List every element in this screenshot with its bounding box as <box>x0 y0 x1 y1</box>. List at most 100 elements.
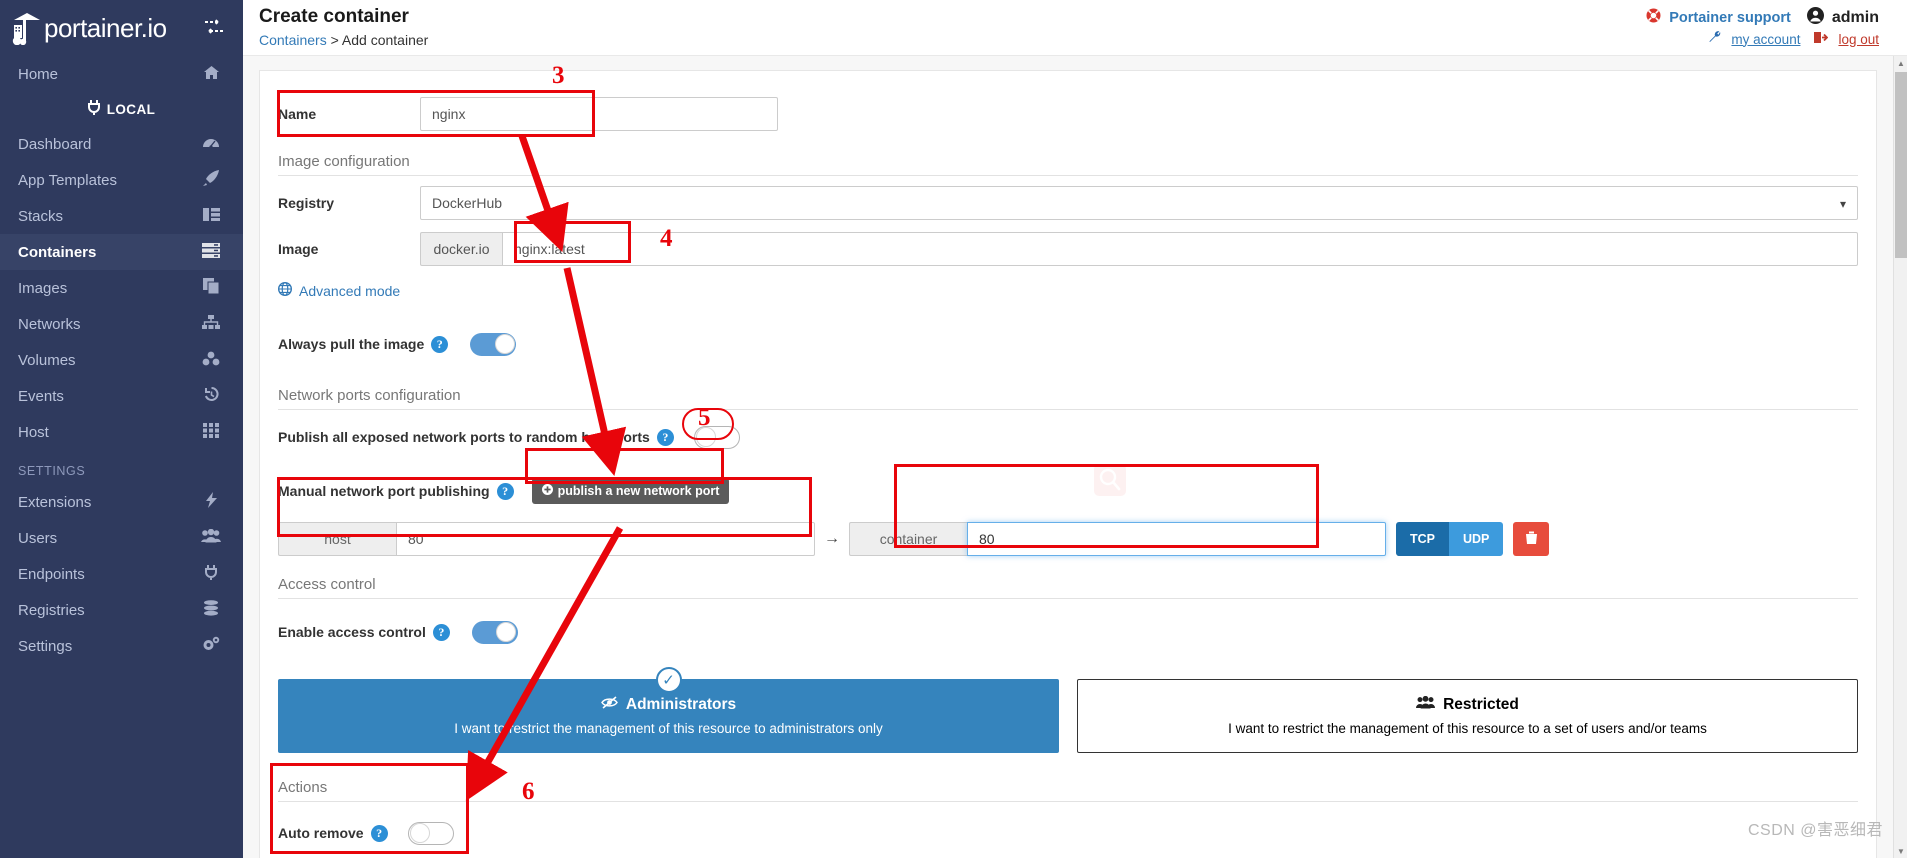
logout-link[interactable]: log out <box>1838 32 1879 47</box>
sidebar-item-stacks[interactable]: Stacks <box>0 198 243 234</box>
signout-icon <box>1814 31 1829 47</box>
sidebar-item-events[interactable]: Events <box>0 378 243 414</box>
host-port-addon: host <box>278 522 396 556</box>
access-card-title: Restricted <box>1088 695 1847 714</box>
sidebar-item-volumes[interactable]: Volumes <box>0 342 243 378</box>
eye-slash-icon <box>600 696 618 714</box>
breadcrumb-current: Add container <box>341 31 429 48</box>
my-account-link[interactable]: my account <box>1731 32 1800 47</box>
sidebar-item-label: Stacks <box>18 207 64 225</box>
protocol-udp-button[interactable]: UDP <box>1449 522 1504 556</box>
image-registry-prefix: docker.io <box>420 232 502 266</box>
containers-icon <box>201 242 221 262</box>
publish-all-toggle[interactable] <box>693 425 740 449</box>
protocol-toggle-group: TCP UDP <box>1396 522 1504 556</box>
auto-remove-toggle[interactable] <box>407 821 454 845</box>
sidebar-item-extensions[interactable]: Extensions <box>0 484 243 520</box>
auto-remove-label: Auto remove <box>278 825 364 841</box>
sidebar-item-endpoints[interactable]: Endpoints <box>0 556 243 592</box>
host-icon <box>201 422 221 442</box>
toggle-knob <box>409 823 430 843</box>
name-row: Name <box>278 93 1858 135</box>
home-icon <box>201 65 221 84</box>
page-header: Create container Containers > Add contai… <box>243 0 1907 56</box>
access-card-title-text: Administrators <box>625 696 737 713</box>
database-icon <box>201 600 221 620</box>
sidebar-item-label: App Templates <box>18 171 117 189</box>
sidebar-item-networks[interactable]: Networks <box>0 306 243 342</box>
toggle-knob <box>494 334 515 354</box>
advanced-mode-link[interactable]: Advanced mode <box>277 281 401 299</box>
sidebar-item-settings[interactable]: Settings <box>0 628 243 664</box>
header-right: Portainer support admin my account log o… <box>1646 7 1879 47</box>
sidebar-section-local: LOCAL <box>0 92 243 126</box>
sidebar-item-home[interactable]: Home <box>0 56 243 92</box>
sidebar-item-users[interactable]: Users <box>0 520 243 556</box>
section-access-control: Access control <box>278 556 1858 599</box>
scrollbar-thumb[interactable] <box>1895 72 1907 258</box>
sidebar-item-label: Registries <box>18 601 85 619</box>
dashboard-icon <box>201 135 221 153</box>
caret-down-icon[interactable]: ▼ <box>1894 844 1907 858</box>
question-icon[interactable]: ? <box>496 482 514 500</box>
container-name-input[interactable] <box>420 97 778 131</box>
bolt-icon <box>201 492 221 512</box>
host-port-group: host <box>278 522 815 556</box>
always-pull-toggle[interactable] <box>470 332 517 356</box>
sidebar-item-label: Volumes <box>18 351 76 369</box>
access-control-cards: ✓ Administrators I want to restrict the … <box>278 667 1858 753</box>
events-icon <box>201 386 221 406</box>
networks-icon <box>201 314 221 334</box>
sidebar-item-label: Host <box>18 423 49 441</box>
registry-select[interactable]: DockerHub <box>420 186 1858 220</box>
image-name-input[interactable] <box>502 232 1858 266</box>
sidebar-item-dashboard[interactable]: Dashboard <box>0 126 243 162</box>
publish-new-network-port-button[interactable]: publish a new network port <box>531 478 730 504</box>
brand[interactable]: portainer.io <box>0 0 243 56</box>
plug-icon <box>201 564 221 584</box>
gears-icon <box>201 636 221 656</box>
sidebar: portainer.io Home LOCAL Dashboard App Te… <box>0 0 243 858</box>
sidebar-item-app-templates[interactable]: App Templates <box>0 162 243 198</box>
vertical-scrollbar[interactable]: ▲ ▼ <box>1893 56 1907 858</box>
sidebar-item-images[interactable]: Images <box>0 270 243 306</box>
admin-username: admin <box>1831 8 1879 26</box>
check-circle-icon: ✓ <box>655 667 682 693</box>
container-port-input[interactable] <box>967 522 1386 556</box>
publish-all-row: Publish all exposed network ports to ran… <box>278 416 1858 458</box>
name-label: Name <box>278 106 317 122</box>
sidebar-item-label: Users <box>18 529 58 547</box>
breadcrumb-containers-link[interactable]: Containers <box>259 32 327 48</box>
question-icon[interactable]: ? <box>370 824 388 842</box>
sidebar-item-label: Settings <box>18 637 73 655</box>
sidebar-item-label: Images <box>18 279 68 297</box>
port-arrow-icon: → <box>824 530 840 547</box>
question-icon[interactable]: ? <box>431 335 449 353</box>
delete-port-mapping-button[interactable] <box>1513 522 1550 556</box>
sidebar-item-host[interactable]: Host <box>0 414 243 450</box>
create-container-form-panel: Name Image configuration Registry Docker… <box>259 70 1877 858</box>
sidebar-toggle-icon[interactable] <box>203 18 225 41</box>
rocket-icon <box>201 170 221 190</box>
content-area: Name Image configuration Registry Docker… <box>243 56 1893 858</box>
question-icon[interactable]: ? <box>656 428 674 446</box>
users-icon <box>201 528 221 547</box>
sidebar-item-containers[interactable]: Containers <box>0 234 243 270</box>
port-mapping-row: host → container TCP UDP <box>278 522 1858 556</box>
globe-icon <box>277 281 293 299</box>
access-card-administrators[interactable]: ✓ Administrators I want to restrict the … <box>278 667 1059 753</box>
plug-icon <box>87 100 100 118</box>
access-card-restricted[interactable]: Restricted I want to restrict the manage… <box>1077 679 1858 753</box>
advanced-mode-label: Advanced mode <box>299 282 401 299</box>
portainer-support-link[interactable]: Portainer support <box>1669 10 1791 26</box>
image-row: Image docker.io <box>278 228 1858 270</box>
csdn-watermark: CSDN @害恶细君 <box>1747 822 1883 839</box>
access-card-title: Administrators <box>289 696 1048 714</box>
caret-up-icon[interactable]: ▲ <box>1894 56 1907 70</box>
sidebar-item-registries[interactable]: Registries <box>0 592 243 628</box>
manual-publishing-label: Manual network port publishing <box>278 483 490 499</box>
protocol-tcp-button[interactable]: TCP <box>1396 522 1449 556</box>
host-port-input[interactable] <box>396 522 815 556</box>
enable-access-control-toggle[interactable] <box>471 620 518 644</box>
question-icon[interactable]: ? <box>432 623 450 641</box>
